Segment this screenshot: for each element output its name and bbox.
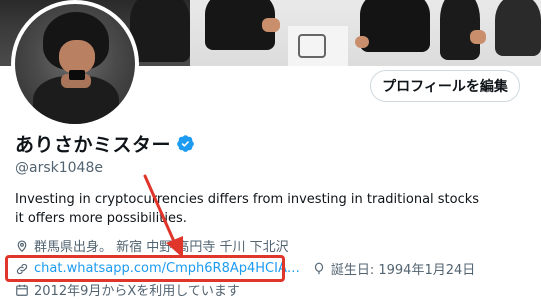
verified-badge-icon[interactable] <box>176 134 195 153</box>
link-icon <box>16 263 28 274</box>
header-board <box>288 26 348 66</box>
location-text: 群馬県出身。 新宿 中野 高円寺 千川 下北沢 <box>34 240 289 255</box>
profile-handle: @arsk1048e <box>15 160 103 176</box>
birthday-text: 誕生日: 1994年1月24日 <box>330 263 476 278</box>
profile-website-link[interactable]: chat.whatsapp.com/Cmph6R8Ap4HCIA… <box>34 261 300 276</box>
header-detail <box>262 18 280 32</box>
location-pin-icon <box>17 239 27 252</box>
bio-line: Investing in cryptocurrencies differs fr… <box>15 192 480 207</box>
avatar-face <box>59 40 95 74</box>
header-figure <box>360 0 430 52</box>
link-row: chat.whatsapp.com/Cmph6R8Ap4HCIA… 誕生日: 1… <box>15 259 475 278</box>
name-row: ありさかミスター <box>15 130 195 157</box>
avatar[interactable] <box>11 0 139 128</box>
edit-profile-button[interactable]: プロフィールを編集 <box>370 70 520 102</box>
header-figure <box>495 0 541 56</box>
profile-bio: Investing in cryptocurrencies differs fr… <box>15 190 535 228</box>
header-detail <box>355 36 369 48</box>
header-detail <box>470 30 486 44</box>
bio-line: it offers more possibilities. <box>15 211 187 226</box>
balloon-icon <box>314 262 323 274</box>
header-figure <box>130 0 190 62</box>
birthday-item: 誕生日: 1994年1月24日 <box>312 259 475 278</box>
avatar-phone <box>69 70 85 80</box>
location-row: 群馬県出身。 新宿 中野 高円寺 千川 下北沢 <box>15 236 289 255</box>
display-name: ありさかミスター <box>15 134 172 156</box>
